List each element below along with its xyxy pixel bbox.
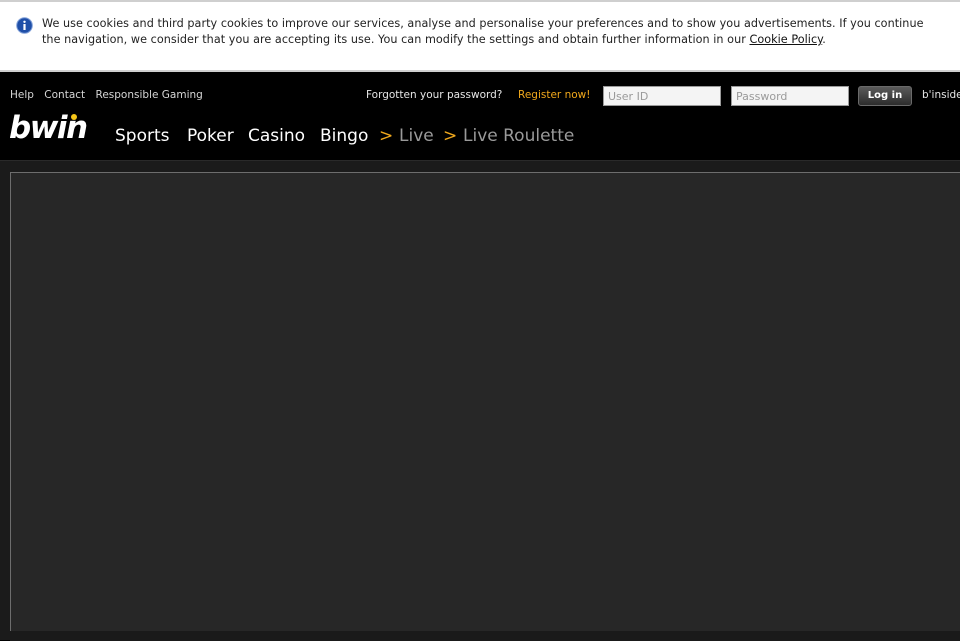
userid-input[interactable]: [603, 86, 721, 106]
cookie-message: We use cookies and third party cookies t…: [42, 16, 942, 48]
utility-links: Help Contact Responsible Gaming: [10, 89, 210, 101]
register-link[interactable]: Register now!: [518, 89, 590, 101]
login-button[interactable]: Log in: [858, 86, 912, 106]
help-link[interactable]: Help: [10, 89, 34, 101]
nav-item-casino[interactable]: Casino: [248, 126, 305, 146]
breadcrumb-live-roulette: Live Roulette: [463, 126, 575, 146]
cookie-message-suffix: .: [822, 33, 826, 46]
breadcrumb-separator: >: [379, 126, 394, 146]
info-icon: [16, 17, 33, 34]
contact-link[interactable]: Contact: [44, 89, 85, 101]
nav-item-poker[interactable]: Poker: [187, 126, 234, 146]
breadcrumb-live[interactable]: Live: [399, 126, 434, 146]
breadcrumb-separator: >: [443, 126, 458, 146]
cookie-policy-link[interactable]: Cookie Policy: [749, 33, 822, 46]
password-input[interactable]: [731, 86, 849, 106]
forgot-password-link[interactable]: Forgotten your password?: [366, 89, 502, 101]
responsible-gaming-link[interactable]: Responsible Gaming: [96, 89, 203, 101]
nav-item-sports[interactable]: Sports: [115, 126, 170, 146]
cookie-banner: We use cookies and third party cookies t…: [0, 0, 960, 72]
logo-dot: [71, 114, 77, 120]
content-frame: [0, 160, 960, 641]
bwin-logo[interactable]: bwin: [9, 110, 101, 146]
site-header: Help Contact Responsible Gaming Forgotte…: [0, 72, 960, 160]
nav-item-bingo[interactable]: Bingo: [320, 126, 368, 146]
binside-link[interactable]: b'inside: [922, 89, 960, 101]
game-area[interactable]: [10, 172, 960, 631]
